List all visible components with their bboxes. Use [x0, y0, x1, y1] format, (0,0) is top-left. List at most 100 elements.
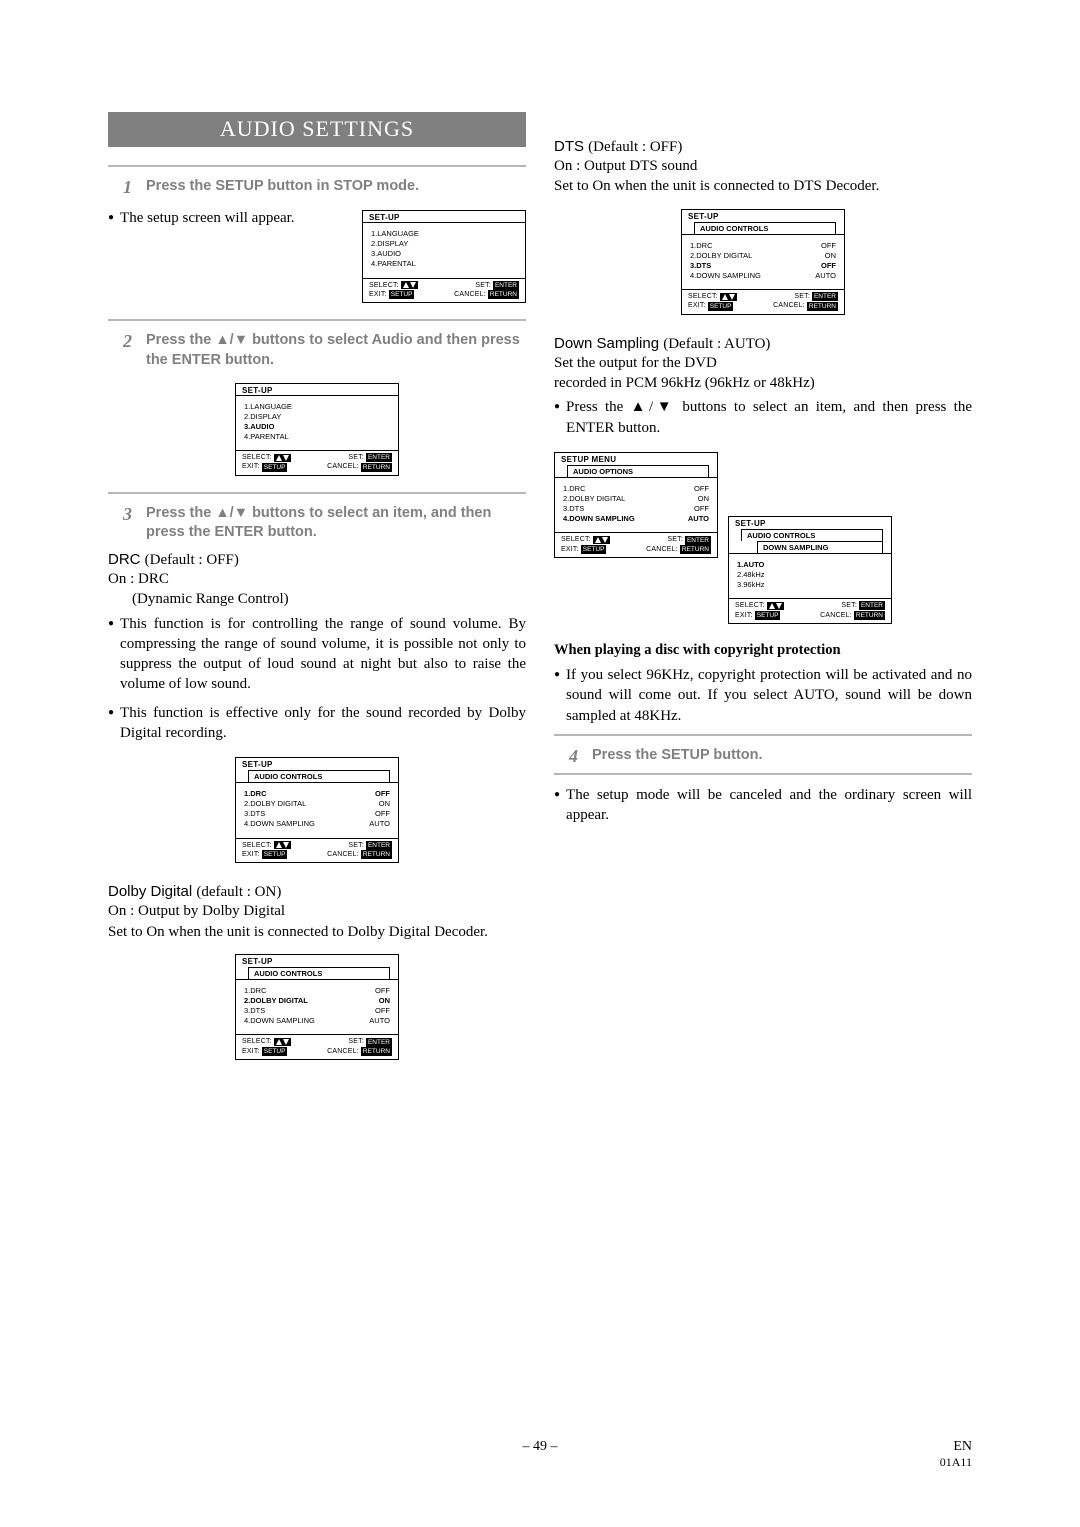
step-1-note: ● The setup screen will appear. [108, 208, 352, 228]
bullet-icon: ● [108, 614, 114, 634]
page-footer: – 49 – EN 01A11 [0, 1439, 1080, 1471]
divider [108, 492, 526, 494]
osd-title: SET-UP [363, 211, 525, 222]
osd-menu-item: 3.AUDIO [371, 249, 517, 259]
osd-audio-dts: SET-UP AUDIO CONTROLS 1.DRCOFF2.DOLBY DI… [681, 209, 845, 315]
bullet-icon: ● [554, 785, 560, 805]
osd-main-menu-selected: SET-UP 1.LANGUAGE2.DISPLAY3.AUDIO4.PAREN… [235, 383, 399, 476]
drc-on-line: On : DRC [108, 569, 526, 589]
step-instruction: Press the ▲/▼ buttons to select an item,… [146, 504, 526, 543]
updown-icon [401, 281, 418, 289]
bullet-icon: ● [108, 703, 114, 723]
osd-audio-drc: SET-UP AUDIO CONTROLS 1.DRCOFF2.DOLBY DI… [235, 757, 399, 863]
print-code: 01A11 [940, 1455, 972, 1469]
bullet-icon: ● [554, 397, 560, 417]
osd-menu-item: 2.DOLBY DIGITALON [244, 799, 390, 809]
downsampling-heading: Down Sampling (Default : AUTO) [554, 335, 972, 353]
divider [108, 319, 526, 321]
osd-menu-item: 1.DRCOFF [244, 789, 390, 799]
osd-audio-dolby: SET-UP AUDIO CONTROLS 1.DRCOFF2.DOLBY DI… [235, 954, 399, 1060]
osd-menu-item: 2.DOLBY DIGITALON [563, 494, 709, 504]
osd-title: SET-UP [236, 955, 398, 966]
updown-icon [274, 841, 291, 849]
right-column: DTS (Default : OFF) On : Output DTS soun… [554, 112, 972, 1070]
osd-menu-item: 2.DOLBY DIGITALON [690, 251, 836, 261]
osd-menu-item: 4.DOWN SAMPLINGAUTO [244, 819, 390, 829]
dts-para: Set to On when the unit is connected to … [554, 176, 972, 196]
osd-menu-item: 4.DOWN SAMPLINGAUTO [244, 1016, 390, 1026]
step-4-note: ● The setup mode will be canceled and th… [554, 785, 972, 826]
osd-menu-item: 1.DRCOFF [244, 986, 390, 996]
osd-menu-item: 2.DISPLAY [244, 412, 390, 422]
step-4: 4 Press the SETUP button. [554, 746, 972, 767]
osd-return-tag: RETURN [488, 290, 519, 299]
drc-para-1: ● This function is for controlling the r… [108, 614, 526, 695]
updown-icon [767, 602, 784, 610]
osd-subtitle-2: DOWN SAMPLING [757, 541, 883, 553]
osd-title: SET-UP [729, 517, 891, 528]
osd-menu-item: 2.DOLBY DIGITALON [244, 996, 390, 1006]
step-1: 1 Press the SETUP button in STOP mode. [108, 177, 526, 198]
updown-icon [720, 293, 737, 301]
osd-title: SETUP MENU [555, 453, 717, 464]
updown-icon [274, 1038, 291, 1046]
step-number: 1 [108, 177, 132, 198]
dolby-para: Set to On when the unit is connected to … [108, 922, 526, 942]
language-code: EN [953, 1439, 972, 1454]
downsampling-line2: Set the output for the DVD [554, 353, 972, 373]
osd-menu-item: 2.DISPLAY [371, 239, 517, 249]
downsampling-instruction: ● Press the ▲/▼ buttons to select an ite… [554, 397, 972, 438]
osd-menu-item: 1.DRCOFF [690, 241, 836, 251]
osd-menu-item: 3.DTSOFF [244, 809, 390, 819]
step-number: 4 [554, 746, 578, 767]
osd-title: SET-UP [682, 210, 844, 221]
step-2: 2 Press the ▲/▼ buttons to select Audio … [108, 331, 526, 370]
osd-audio-downsampling: SETUP MENU AUDIO OPTIONS 1.DRCOFF2.DOLBY… [554, 452, 718, 558]
manual-page: AUDIO SETTINGS 1 Press the SETUP button … [0, 0, 1080, 1527]
drc-heading: DRC (Default : OFF) [108, 551, 526, 569]
dts-on-line: On : Output DTS sound [554, 156, 972, 176]
osd-title: SET-UP [236, 758, 398, 769]
osd-subtitle: AUDIO CONTROLS [248, 770, 390, 782]
osd-menu-item: 2.48kHz [737, 570, 883, 580]
osd-menu-item: 4.DOWN SAMPLINGAUTO [690, 271, 836, 281]
osd-menu-item: 1.LANGUAGE [244, 402, 390, 412]
osd-menu-item: 3.DTSOFF [690, 261, 836, 271]
osd-foot-set: SET: [475, 281, 491, 290]
osd-subtitle: AUDIO CONTROLS [741, 529, 883, 541]
page-number: – 49 – [523, 1439, 558, 1455]
bullet-icon: ● [108, 208, 114, 228]
osd-menu-item: 4.DOWN SAMPLINGAUTO [563, 514, 709, 524]
osd-subtitle: AUDIO CONTROLS [694, 222, 836, 234]
section-title: AUDIO SETTINGS [108, 112, 526, 147]
step-number: 2 [108, 331, 132, 352]
osd-setup-tag: SETUP [389, 290, 415, 299]
left-column: AUDIO SETTINGS 1 Press the SETUP button … [108, 112, 526, 1070]
osd-menu-item: 3.DTSOFF [563, 504, 709, 514]
dts-heading: DTS (Default : OFF) [554, 138, 972, 156]
osd-menu-item: 3.AUDIO [244, 422, 390, 432]
osd-menu-item: 1.DRCOFF [563, 484, 709, 494]
osd-menu-item: 4.PARENTAL [244, 432, 390, 442]
osd-downsampling-options: SET-UP AUDIO CONTROLS DOWN SAMPLING 1.AU… [728, 516, 892, 624]
downsampling-line3: recorded in PCM 96kHz (96kHz or 48kHz) [554, 373, 972, 393]
step-number: 3 [108, 504, 132, 525]
copyright-note: ● If you select 96KHz, copyright protect… [554, 665, 972, 726]
osd-foot-cancel: CANCEL: [454, 290, 486, 299]
osd-menu-item: 1.AUTO [737, 560, 883, 570]
osd-main-menu: SET-UP 1.LANGUAGE2.DISPLAY3.AUDIO4.PAREN… [362, 210, 526, 303]
dolby-on-line: On : Output by Dolby Digital [108, 901, 526, 921]
updown-icon [274, 454, 291, 462]
osd-menu-item: 1.LANGUAGE [371, 229, 517, 239]
osd-menu-item: 3.DTSOFF [244, 1006, 390, 1016]
divider [554, 773, 972, 775]
osd-subtitle: AUDIO CONTROLS [248, 967, 390, 979]
updown-icon [593, 536, 610, 544]
drc-para-2: ● This function is effective only for th… [108, 703, 526, 744]
osd-subtitle: AUDIO OPTIONS [567, 465, 709, 477]
dolby-heading: Dolby Digital (default : ON) [108, 883, 526, 901]
divider [554, 734, 972, 736]
step-3: 3 Press the ▲/▼ buttons to select an ite… [108, 504, 526, 543]
osd-title: SET-UP [236, 384, 398, 395]
drc-subtitle: (Dynamic Range Control) [132, 589, 526, 609]
